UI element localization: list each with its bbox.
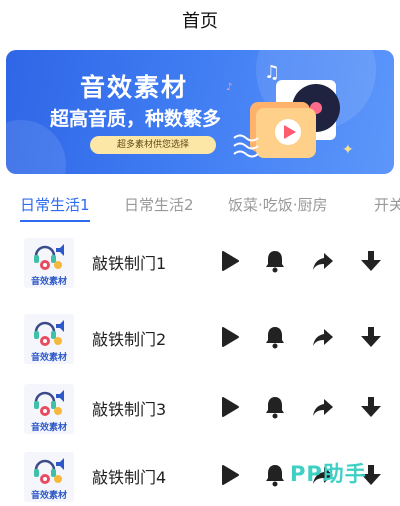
svg-text:♫: ♫ <box>264 62 280 83</box>
tab-daily-life-1[interactable]: 日常生活1 <box>20 194 90 215</box>
share-icon <box>313 329 333 346</box>
sound-name: 敲铁制门2 <box>92 330 167 349</box>
share-button[interactable] <box>310 324 336 350</box>
banner-pill: 超多素材供您选择 <box>90 136 216 154</box>
active-tab-indicator <box>20 220 90 222</box>
play-icon <box>222 397 239 417</box>
download-icon <box>361 251 381 271</box>
download-icon <box>361 397 381 417</box>
svg-text:♪: ♪ <box>226 82 232 93</box>
download-button[interactable] <box>358 248 384 274</box>
play-icon <box>222 251 239 271</box>
list-item[interactable]: 音效素材 敲铁制门3 <box>0 378 400 438</box>
promo-banner[interactable]: 音效素材 超高音质，种数繁多 超多素材供您选择 ♫ ♪ ✦ ✦ <box>6 50 394 174</box>
play-icon <box>222 327 239 347</box>
bell-icon <box>266 465 284 487</box>
banner-illustration: ♫ ♪ ✦ ✦ <box>226 62 354 158</box>
set-ringtone-button[interactable] <box>262 394 288 420</box>
sound-name: 敲铁制门1 <box>92 254 167 273</box>
sound-name: 敲铁制门4 <box>92 468 167 487</box>
sound-thumbnail: 音效素材 <box>24 384 74 434</box>
thumbnail-label: 音效素材 <box>30 423 67 433</box>
sound-name: 敲铁制门3 <box>92 400 167 419</box>
bell-icon <box>266 251 284 273</box>
share-icon <box>313 399 333 416</box>
download-button[interactable] <box>358 394 384 420</box>
bell-icon <box>266 397 284 419</box>
sound-thumbnail: 音效素材 <box>24 314 74 364</box>
banner-subtitle: 超高音质，种数繁多 <box>50 108 222 130</box>
banner-title: 音效素材 <box>80 73 189 102</box>
thumbnail-label: 音效素材 <box>30 353 67 363</box>
set-ringtone-button[interactable] <box>262 462 288 488</box>
set-ringtone-button[interactable] <box>262 248 288 274</box>
download-button[interactable] <box>358 324 384 350</box>
list-item[interactable]: 音效素材 敲铁制门1 <box>0 232 400 292</box>
sound-thumbnail: 音效素材 <box>24 452 74 502</box>
play-button[interactable] <box>216 324 242 350</box>
watermark: PP助手 <box>290 462 367 486</box>
share-button[interactable] <box>310 248 336 274</box>
sound-thumbnail: 音效素材 <box>24 238 74 288</box>
svg-text:✦: ✦ <box>342 142 354 158</box>
share-icon <box>313 253 333 270</box>
tab-daily-life-2[interactable]: 日常生活2 <box>124 194 194 215</box>
page-title: 首页 <box>182 11 218 32</box>
set-ringtone-button[interactable] <box>262 324 288 350</box>
play-button[interactable] <box>216 462 242 488</box>
download-icon <box>361 327 381 347</box>
play-icon <box>222 465 239 485</box>
play-button[interactable] <box>216 248 242 274</box>
tab-kitchen[interactable]: 饭菜·吃饭·厨房 <box>228 194 328 215</box>
list-item[interactable]: 音效素材 敲铁制门2 <box>0 308 400 368</box>
thumbnail-label: 音效素材 <box>30 277 67 287</box>
thumbnail-label: 音效素材 <box>30 491 67 501</box>
category-tabs: 日常生活1 日常生活2 饭菜·吃饭·厨房 开关 <box>0 186 400 222</box>
share-button[interactable] <box>310 394 336 420</box>
tab-switch[interactable]: 开关 <box>374 194 400 215</box>
bell-icon <box>266 327 284 349</box>
play-button[interactable] <box>216 394 242 420</box>
